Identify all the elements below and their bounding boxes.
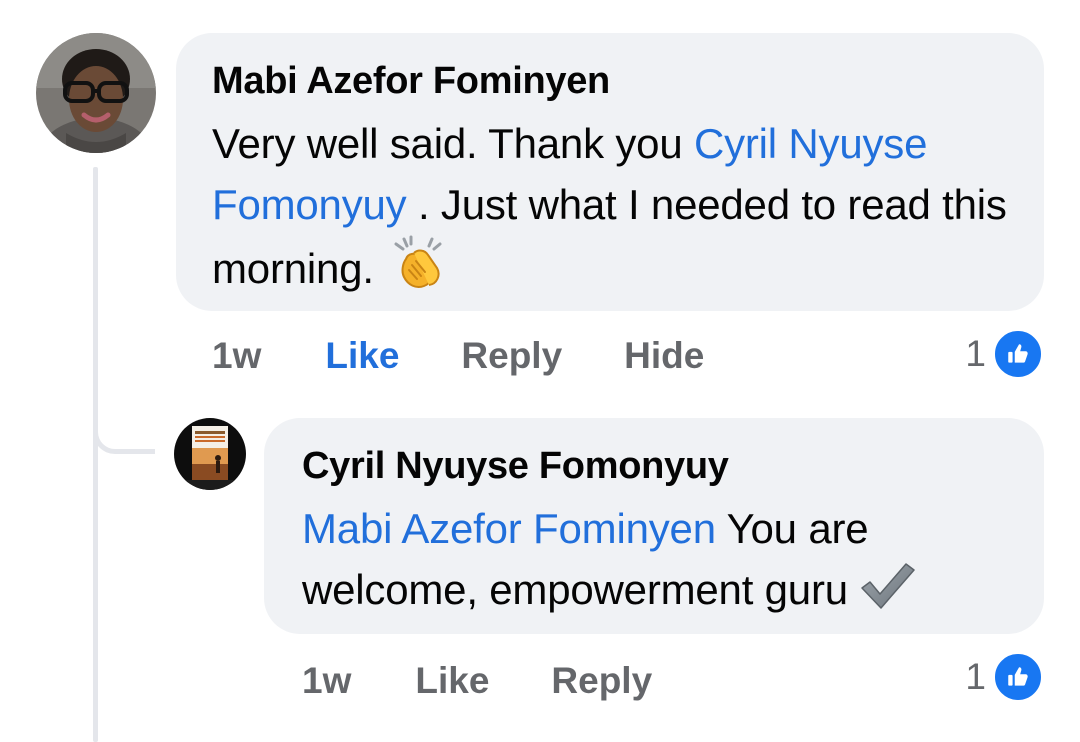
clapping-hands-icon	[392, 235, 446, 289]
comment-actions: 1w Like Reply Hide	[212, 331, 704, 381]
thumbs-up-icon	[992, 651, 1044, 703]
comment-text-start: Very well said. Thank you	[212, 120, 694, 167]
reply-author[interactable]: Cyril Nyuyse Fomonyuy	[302, 444, 1008, 488]
reply-bubble: Cyril Nyuyse Fomonyuy Mabi Azefor Fominy…	[264, 418, 1044, 634]
comment-author[interactable]: Mabi Azefor Fominyen	[212, 59, 1008, 103]
reply-button[interactable]: Reply	[551, 660, 652, 702]
comment-bubble: Mabi Azefor Fominyen Very well said. Tha…	[176, 33, 1044, 311]
reply-timestamp[interactable]: 1w	[302, 660, 351, 702]
like-button[interactable]: Like	[325, 335, 399, 377]
thread-elbow	[93, 404, 155, 454]
thumbs-up-icon	[992, 328, 1044, 380]
comment-timestamp[interactable]: 1w	[212, 335, 261, 377]
avatar[interactable]	[174, 418, 246, 490]
reply-button[interactable]: Reply	[461, 335, 562, 377]
reply-text: Mabi Azefor Fominyen You are welcome, em…	[302, 498, 1008, 620]
thread-line	[93, 167, 98, 742]
like-button[interactable]: Like	[415, 660, 489, 702]
mention-link[interactable]: Mabi Azefor Fominyen	[302, 505, 716, 552]
comment-text: Very well said. Thank you Cyril Nyuyse F…	[212, 113, 1008, 299]
hide-button[interactable]: Hide	[624, 335, 704, 377]
check-mark-icon	[858, 560, 916, 612]
reaction-count: 1	[965, 656, 986, 697]
reaction-count: 1	[965, 333, 986, 374]
avatar[interactable]	[36, 33, 156, 153]
reply-actions: 1w Like Reply	[302, 656, 652, 706]
reaction-summary[interactable]: 1	[965, 651, 1044, 703]
reaction-summary[interactable]: 1	[965, 328, 1044, 380]
